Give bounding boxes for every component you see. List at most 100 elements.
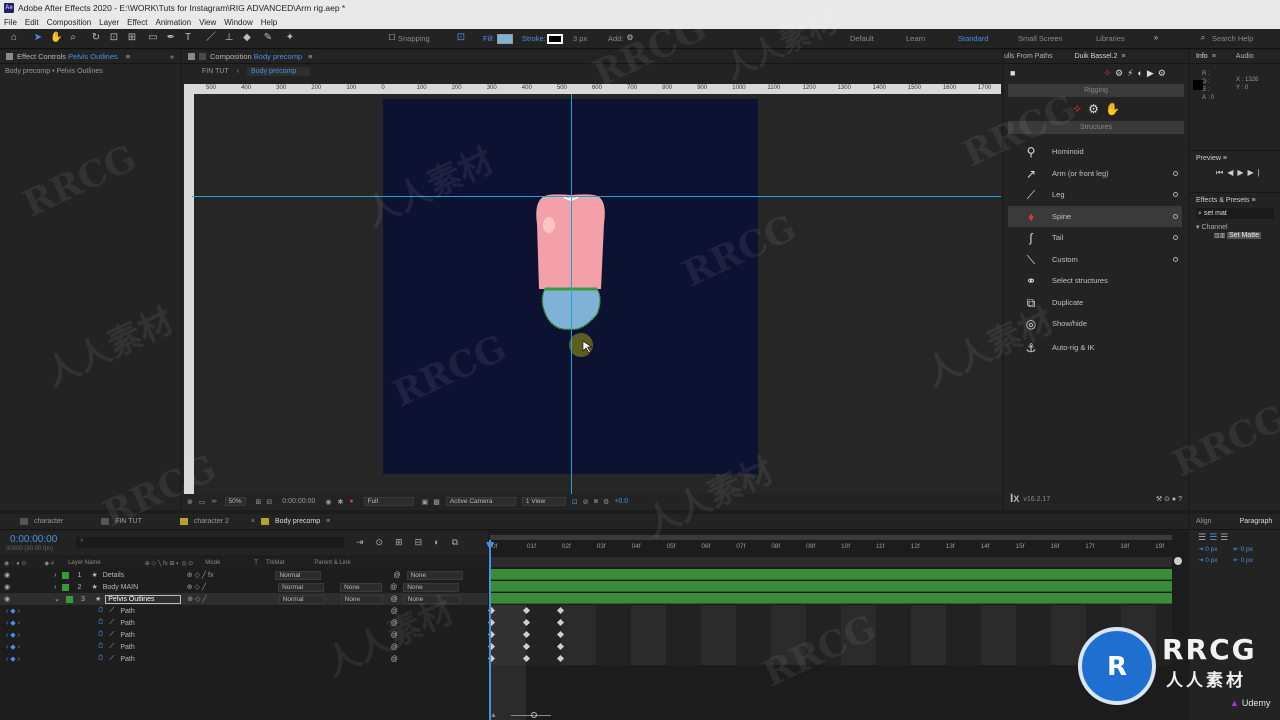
parent-dropdown[interactable]: None: [403, 594, 460, 604]
layer-switches-icons[interactable]: ⊕ ◇ ╱ fx: [187, 571, 214, 579]
pen-tool-icon[interactable]: ✒: [165, 32, 177, 44]
panel-menu-icon[interactable]: ≡: [126, 52, 130, 61]
clone-stamp-tool-icon[interactable]: ⊥: [223, 32, 235, 44]
vertical-guide[interactable]: [571, 94, 572, 494]
type-tool-icon[interactable]: T: [182, 32, 194, 44]
rectangle-tool-icon[interactable]: ▭: [147, 32, 159, 44]
pickwhip-icon[interactable]: @: [391, 596, 398, 603]
links-constraints-icon[interactable]: ⚙: [1088, 102, 1099, 116]
effects-search-input[interactable]: ⌕ set mat: [1196, 208, 1274, 219]
mode-dropdown[interactable]: Normal: [275, 570, 322, 580]
zoom-slider[interactable]: ▲: [490, 710, 590, 720]
close-icon[interactable]: ×: [251, 518, 255, 525]
stopwatch-icon[interactable]: ⏱: [98, 631, 103, 639]
path-row[interactable]: ‹ ◆ › ⏱ ⟋ Path @: [0, 653, 490, 665]
indent-left-value[interactable]: 0 px: [1205, 546, 1217, 553]
workspace-libraries[interactable]: Libraries: [1096, 34, 1125, 43]
stroke-width-value[interactable]: 3 px: [573, 34, 587, 43]
path-row[interactable]: ‹ ◆ › ⏱ ⟋ Path @: [0, 629, 490, 641]
zoom-tool-icon[interactable]: ⌕: [67, 32, 79, 44]
duik-hominoid[interactable]: ⚲ Hominoid: [1008, 141, 1182, 162]
duik-animation-icon[interactable]: ◐: [1137, 68, 1142, 78]
tab-info[interactable]: Info: [1196, 53, 1208, 60]
duik-spine[interactable]: ♦ Spine: [1008, 206, 1182, 227]
duik-arm[interactable]: ↗ Arm (or front leg): [1008, 163, 1182, 184]
indent-right-value[interactable]: 0 px: [1241, 546, 1253, 553]
zoom-out-icon[interactable]: ▲: [490, 712, 497, 719]
zoom-dropdown[interactable]: 50%: [224, 497, 246, 506]
keyframe-nav-icons[interactable]: ‹ ◆ ›: [6, 607, 20, 615]
stopwatch-icon[interactable]: ⏱: [98, 619, 103, 627]
workspace-learn[interactable]: Learn: [906, 34, 925, 43]
fill-swatch[interactable]: [497, 34, 513, 44]
layer-name[interactable]: Details: [103, 572, 183, 579]
roto-brush-tool-icon[interactable]: ✎: [262, 32, 274, 44]
timeline-tab-character[interactable]: character: [34, 518, 63, 525]
workspace-small-screen[interactable]: Small Screen: [1018, 34, 1063, 43]
graph-icon[interactable]: ⟋: [109, 619, 114, 627]
show-snapshot-icon[interactable]: ✱: [337, 498, 343, 506]
composition-tab[interactable]: Composition Body precomp ≡: [182, 50, 1002, 64]
mode-dropdown[interactable]: Normal: [278, 582, 325, 592]
expand-arrow-icon[interactable]: ›: [54, 572, 56, 579]
layer-row-pelvis-outlines[interactable]: ◉ ⌄ 3 ★ Pelvis Outlines ⊕ ◇ ╱ Normal Non…: [0, 593, 490, 605]
search-help-field[interactable]: Search Help: [1212, 34, 1253, 43]
expand-arrow-icon[interactable]: ›: [54, 584, 56, 591]
options-dot-icon[interactable]: [1173, 214, 1178, 219]
trkmat-header[interactable]: TrkMat: [266, 560, 284, 566]
layer-name[interactable]: Body MAIN: [103, 584, 183, 591]
fast-previews-icon[interactable]: ⊘: [583, 498, 589, 506]
options-dot-icon[interactable]: [1173, 257, 1178, 262]
bones-icon[interactable]: ✧: [1072, 102, 1082, 116]
graph-icon[interactable]: ⟋: [109, 655, 114, 663]
duik-footer-icons[interactable]: ⚒ ⊙ ● ?: [1156, 495, 1182, 503]
timeline-search-input[interactable]: ⌕: [76, 537, 344, 548]
menu-view[interactable]: View: [199, 18, 216, 27]
layer-bar-details[interactable]: [491, 569, 1172, 580]
label-color-swatch[interactable]: [62, 583, 70, 591]
path-row[interactable]: ‹ ◆ › ⏱ ⟋ Path @: [0, 641, 490, 653]
layer-switches-icons[interactable]: ⊕ ◇ ╱: [187, 583, 206, 591]
selection-tool-icon[interactable]: ➤: [32, 32, 44, 44]
stopwatch-icon[interactable]: ⏱: [98, 655, 103, 663]
options-dot-icon[interactable]: [1173, 171, 1178, 176]
menu-layer[interactable]: Layer: [99, 18, 119, 27]
trkmat-dropdown[interactable]: None: [340, 594, 383, 604]
options-dot-icon[interactable]: [1173, 192, 1178, 197]
duik-select-structures[interactable]: ⚭ Select structures: [1008, 270, 1182, 291]
menu-help[interactable]: Help: [261, 18, 277, 27]
snap-options-icon[interactable]: ⊡: [455, 32, 467, 44]
tab-paragraph[interactable]: Paragraph: [1240, 518, 1273, 525]
duik-custom[interactable]: ⟍ Custom: [1008, 249, 1182, 270]
pixel-aspect-icon[interactable]: ⊡: [572, 498, 578, 506]
duik-duplicate[interactable]: ⧉ Duplicate: [1008, 292, 1182, 313]
pickwhip-icon[interactable]: @: [390, 584, 397, 591]
menu-file[interactable]: File: [4, 18, 17, 27]
crumb-body-precomp[interactable]: Body precomp: [247, 66, 311, 76]
menu-edit[interactable]: Edit: [25, 18, 39, 27]
tab-duik[interactable]: Duik Bassel.2: [1075, 53, 1118, 60]
keyframe-nav-icons[interactable]: ‹ ◆ ›: [6, 655, 20, 663]
parent-dropdown[interactable]: None: [403, 582, 460, 592]
preview-transport-icons[interactable]: ⏮◀▶▶|: [1216, 168, 1274, 178]
visibility-eye-icon[interactable]: ◉: [4, 583, 10, 591]
layer-bar-pelvis-outlines[interactable]: [491, 593, 1172, 604]
roi-icon[interactable]: ▣: [422, 498, 429, 506]
guides-icon[interactable]: ⊟: [266, 498, 272, 506]
menu-effect[interactable]: Effect: [127, 18, 147, 27]
align-left-icon[interactable]: ☰: [1198, 532, 1206, 543]
panel-menu-icon[interactable]: ≡: [1212, 53, 1216, 60]
camera-tool-icon[interactable]: ⊡: [108, 32, 120, 44]
pickwhip-icon[interactable]: @: [391, 608, 398, 615]
mask-visibility-icon[interactable]: ∞: [212, 498, 217, 505]
puppet-pin-tool-icon[interactable]: ✦: [284, 32, 296, 44]
panel-menu-icon[interactable]: ≡: [1121, 53, 1125, 60]
layer-row-body-main[interactable]: ◉ › 2 ★ Body MAIN ⊕ ◇ ╱ Normal None @ No…: [0, 581, 490, 593]
hand-tool-icon[interactable]: ✋: [50, 32, 62, 44]
timeline-switch-icons[interactable]: ⇥⊙⊞⊟◐⧉: [356, 537, 470, 548]
collapse-icon[interactable]: »: [170, 52, 174, 61]
layer-name-header[interactable]: Layer Name: [68, 560, 101, 566]
duik-auto-rig[interactable]: ⚓ Auto-rig & IK: [1008, 337, 1182, 358]
tab-align[interactable]: Align: [1196, 518, 1212, 525]
layer-bar-body-main[interactable]: [491, 581, 1172, 592]
